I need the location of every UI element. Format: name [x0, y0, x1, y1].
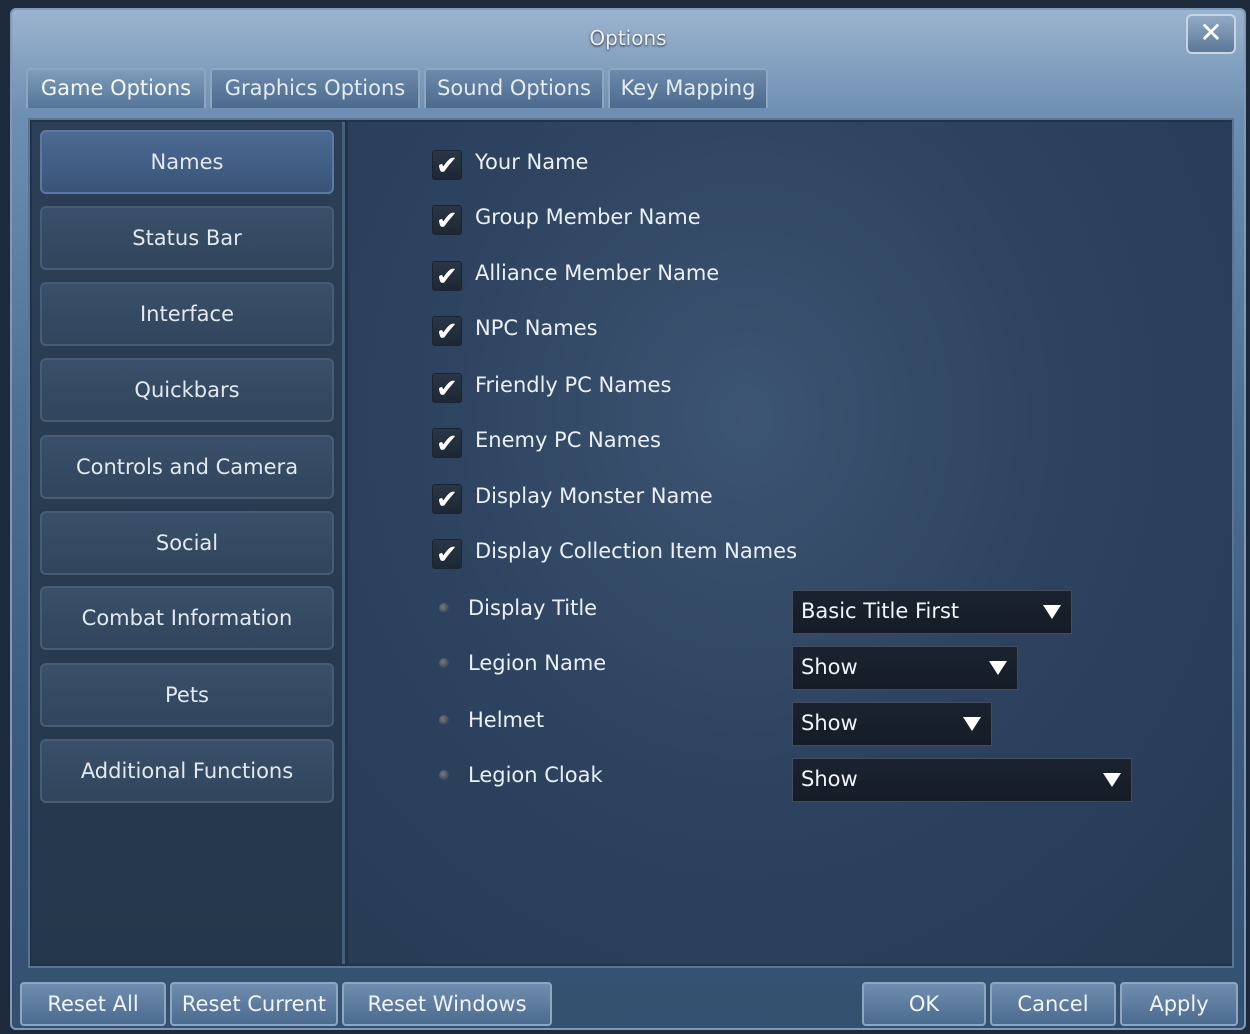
triangle-down-icon: [1043, 605, 1061, 619]
triangle-down-icon: [989, 661, 1007, 675]
option-label: Helmet: [468, 708, 545, 732]
options-window: Options ✕ Game Options Graphics Options …: [10, 8, 1246, 1030]
category-sidebar: Names Status Bar Interface Quickbars Con…: [32, 122, 345, 964]
sidebar-item-names[interactable]: Names: [40, 130, 334, 194]
reset-all-button[interactable]: Reset All: [20, 982, 166, 1026]
bullet-icon: [439, 603, 449, 613]
dropdown-value: Basic Title First: [801, 599, 960, 623]
bullet-icon: [439, 770, 449, 780]
option-label: Display Monster Name: [475, 484, 713, 508]
sidebar-item-social[interactable]: Social: [40, 511, 334, 575]
title-bar[interactable]: Options ✕: [12, 10, 1244, 62]
checkmark-icon: ✔: [436, 262, 458, 292]
window-title: Options: [589, 26, 667, 50]
reset-current-button[interactable]: Reset Current: [170, 982, 338, 1026]
legion-name-dropdown[interactable]: Show: [792, 646, 1018, 690]
option-label: Display Title: [468, 596, 598, 620]
cancel-button[interactable]: Cancel: [990, 982, 1116, 1026]
checkbox-your-name[interactable]: ✔: [432, 150, 462, 181]
option-label: Display Collection Item Names: [475, 539, 798, 563]
tab-graphics-options[interactable]: Graphics Options: [210, 68, 420, 108]
checkbox-friendly-pc-names[interactable]: ✔: [432, 373, 462, 404]
sidebar-item-pets[interactable]: Pets: [40, 663, 334, 727]
sidebar-item-status-bar[interactable]: Status Bar: [40, 206, 334, 270]
checkbox-npc-names[interactable]: ✔: [432, 316, 462, 347]
sidebar-item-additional-functions[interactable]: Additional Functions: [40, 739, 334, 803]
ok-button[interactable]: OK: [862, 982, 986, 1026]
checkbox-display-monster-name[interactable]: ✔: [432, 484, 462, 515]
reset-windows-button[interactable]: Reset Windows: [342, 982, 552, 1026]
checkbox-group-member-name[interactable]: ✔: [432, 205, 462, 236]
legion-cloak-dropdown[interactable]: Show: [792, 758, 1132, 802]
checkmark-icon: ✔: [436, 429, 458, 459]
triangle-down-icon: [1103, 773, 1121, 787]
sidebar-item-combat-information[interactable]: Combat Information: [40, 586, 334, 650]
bullet-icon: [439, 715, 449, 725]
helmet-dropdown[interactable]: Show: [792, 702, 992, 746]
content-frame: Names Status Bar Interface Quickbars Con…: [28, 118, 1234, 968]
option-label: Friendly PC Names: [475, 373, 672, 397]
close-button[interactable]: ✕: [1186, 14, 1236, 54]
sidebar-item-quickbars[interactable]: Quickbars: [40, 358, 334, 422]
checkbox-enemy-pc-names[interactable]: ✔: [432, 428, 462, 459]
checkmark-icon: ✔: [436, 540, 458, 570]
bullet-icon: [439, 658, 449, 668]
display-title-dropdown[interactable]: Basic Title First: [792, 590, 1072, 634]
sidebar-item-controls-and-camera[interactable]: Controls and Camera: [40, 435, 334, 499]
dropdown-value: Show: [801, 655, 858, 679]
checkmark-icon: ✔: [436, 317, 458, 347]
triangle-down-icon: [963, 717, 981, 731]
tab-game-options[interactable]: Game Options: [26, 68, 206, 108]
checkmark-icon: ✔: [436, 151, 458, 181]
option-label: Legion Cloak: [468, 763, 603, 787]
option-label: Enemy PC Names: [475, 428, 661, 452]
checkmark-icon: ✔: [436, 206, 458, 236]
tab-sound-options[interactable]: Sound Options: [424, 68, 604, 108]
option-label: Legion Name: [468, 651, 607, 675]
dropdown-value: Show: [801, 711, 858, 735]
tab-key-mapping[interactable]: Key Mapping: [608, 68, 768, 108]
bottom-button-bar: Reset All Reset Current Reset Windows OK…: [20, 982, 1240, 1028]
option-label: NPC Names: [475, 316, 598, 340]
option-label: Group Member Name: [475, 205, 701, 229]
option-label: Alliance Member Name: [475, 261, 720, 285]
checkbox-display-collection-item-names[interactable]: ✔: [432, 539, 462, 570]
checkmark-icon: ✔: [436, 485, 458, 515]
names-options-panel: ✔ Your Name ✔ Group Member Name ✔ Allian…: [348, 122, 1232, 964]
checkbox-alliance-member-name[interactable]: ✔: [432, 261, 462, 292]
sidebar-item-interface[interactable]: Interface: [40, 282, 334, 346]
dropdown-value: Show: [801, 767, 858, 791]
checkmark-icon: ✔: [436, 374, 458, 404]
close-icon: ✕: [1199, 16, 1223, 49]
apply-button[interactable]: Apply: [1120, 982, 1238, 1026]
option-label: Your Name: [475, 150, 589, 174]
